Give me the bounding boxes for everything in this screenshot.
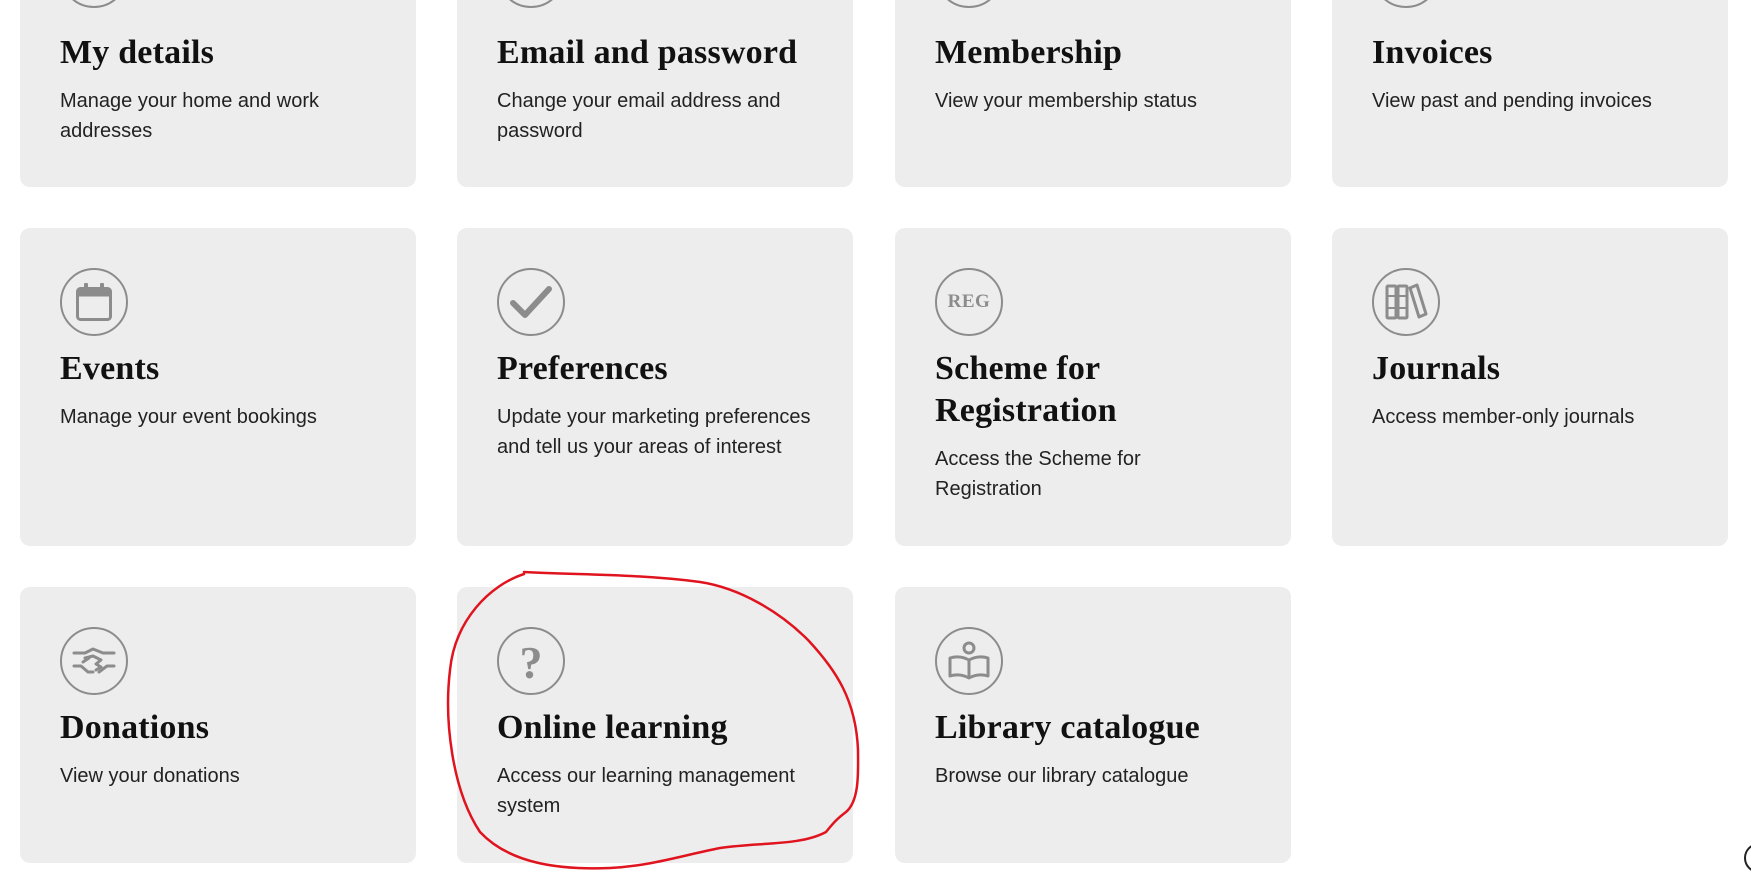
lock-icon (497, 0, 565, 8)
card-description: Access our learning management system (497, 765, 795, 817)
address-icon (60, 0, 128, 8)
card-title: My details (60, 34, 215, 71)
card-title: Events (60, 350, 160, 387)
card-preferences[interactable]: Preferences Update your marketing prefer… (457, 228, 853, 546)
card-description: Update your marketing preferences and te… (497, 406, 811, 458)
reg-icon-label: REG (947, 291, 991, 312)
card-library-catalogue[interactable]: Library catalogue Browse our library cat… (895, 587, 1291, 863)
books-icon (1372, 268, 1440, 336)
card-description: Manage your event bookings (60, 406, 317, 428)
handshake-icon (60, 627, 128, 695)
card-description: Browse our library catalogue (935, 765, 1189, 787)
card-description: Access member-only journals (1372, 406, 1635, 428)
card-donations[interactable]: Donations View your donations (20, 587, 416, 863)
question-mark-glyph: ? (519, 637, 543, 688)
card-scheme-registration[interactable]: REG Scheme for Registration Access the S… (895, 228, 1291, 546)
card-title: Journals (1372, 350, 1501, 387)
card-my-details[interactable]: My details Manage your home and work add… (20, 0, 416, 187)
card-title: Scheme for Registration (935, 350, 1117, 429)
card-title: Online learning (497, 709, 728, 746)
card-title: Library catalogue (935, 709, 1200, 746)
card-title: Email and password (497, 34, 798, 71)
card-title: Invoices (1372, 34, 1493, 71)
card-invoices[interactable]: Invoices View past and pending invoices (1332, 0, 1728, 187)
reg-icon: REG (935, 268, 1003, 336)
membership-icon (935, 0, 1003, 8)
card-journals[interactable]: Journals Access member-only journals (1332, 228, 1728, 546)
card-title: Preferences (497, 350, 668, 387)
card-online-learning[interactable]: ? Online learning Access our learning ma… (457, 587, 853, 863)
card-description: View your donations (60, 765, 240, 787)
checkmark-icon (497, 268, 565, 336)
card-description: Change your email address and password (497, 90, 781, 142)
calendar-icon (60, 268, 128, 336)
scroll-to-top-icon[interactable] (1744, 843, 1751, 873)
card-title: Donations (60, 709, 210, 746)
card-description: Access the Scheme for Registration (935, 448, 1141, 500)
card-membership[interactable]: Membership View your membership status (895, 0, 1291, 187)
card-title: Membership (935, 34, 1123, 71)
reader-icon (935, 627, 1003, 695)
card-events[interactable]: Events Manage your event bookings (20, 228, 416, 546)
card-description: Manage your home and work addresses (60, 90, 320, 142)
card-description: View past and pending invoices (1372, 90, 1652, 112)
card-description: View your membership status (935, 90, 1197, 112)
card-email-password[interactable]: Email and password Change your email add… (457, 0, 853, 187)
account-dashboard: My details Manage your home and work add… (0, 0, 1751, 896)
question-mark-icon: ? (497, 627, 565, 695)
invoice-icon (1372, 0, 1440, 8)
